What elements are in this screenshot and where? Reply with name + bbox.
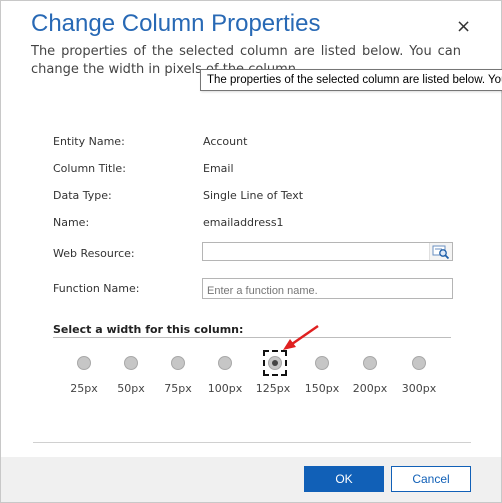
width-radio-75px[interactable]: [171, 356, 185, 370]
name-label: Name:: [53, 216, 90, 229]
web-resource-label: Web Resource:: [53, 247, 135, 260]
function-name-field[interactable]: [202, 278, 453, 301]
function-name-label: Function Name:: [53, 282, 140, 295]
cancel-button[interactable]: Cancel: [391, 466, 471, 492]
column-title-label: Column Title:: [53, 162, 126, 175]
function-name-input[interactable]: [203, 281, 452, 301]
section-divider: [53, 337, 451, 338]
width-radio-25px[interactable]: [77, 356, 91, 370]
data-type-label: Data Type:: [53, 189, 112, 202]
width-radio-150px[interactable]: [315, 356, 329, 370]
close-icon[interactable]: ×: [456, 18, 471, 36]
column-title-value: Email: [203, 162, 234, 175]
web-resource-input[interactable]: [203, 246, 452, 264]
dialog-title: Change Column Properties: [31, 10, 321, 37]
web-resource-field[interactable]: [202, 242, 453, 264]
width-label-300px: 300px: [401, 382, 437, 395]
width-radio-100px[interactable]: [218, 356, 232, 370]
description-tooltip: The properties of the selected column ar…: [200, 69, 502, 91]
entity-name-value: Account: [203, 135, 248, 148]
width-radio-300px[interactable]: [412, 356, 426, 370]
width-radio-200px[interactable]: [363, 356, 377, 370]
width-radio-50px[interactable]: [124, 356, 138, 370]
entity-name-label: Entity Name:: [53, 135, 125, 148]
data-type-value: Single Line of Text: [203, 189, 304, 202]
footer-divider: [33, 442, 471, 443]
ok-button[interactable]: OK: [304, 466, 384, 492]
selected-radio-focus-outline: [263, 350, 287, 376]
width-section-label: Select a width for this column:: [53, 323, 244, 336]
change-column-properties-dialog: Change Column Properties × The propertie…: [0, 0, 502, 503]
lookup-search-icon[interactable]: [429, 243, 452, 260]
name-value: emailaddress1: [203, 216, 284, 229]
